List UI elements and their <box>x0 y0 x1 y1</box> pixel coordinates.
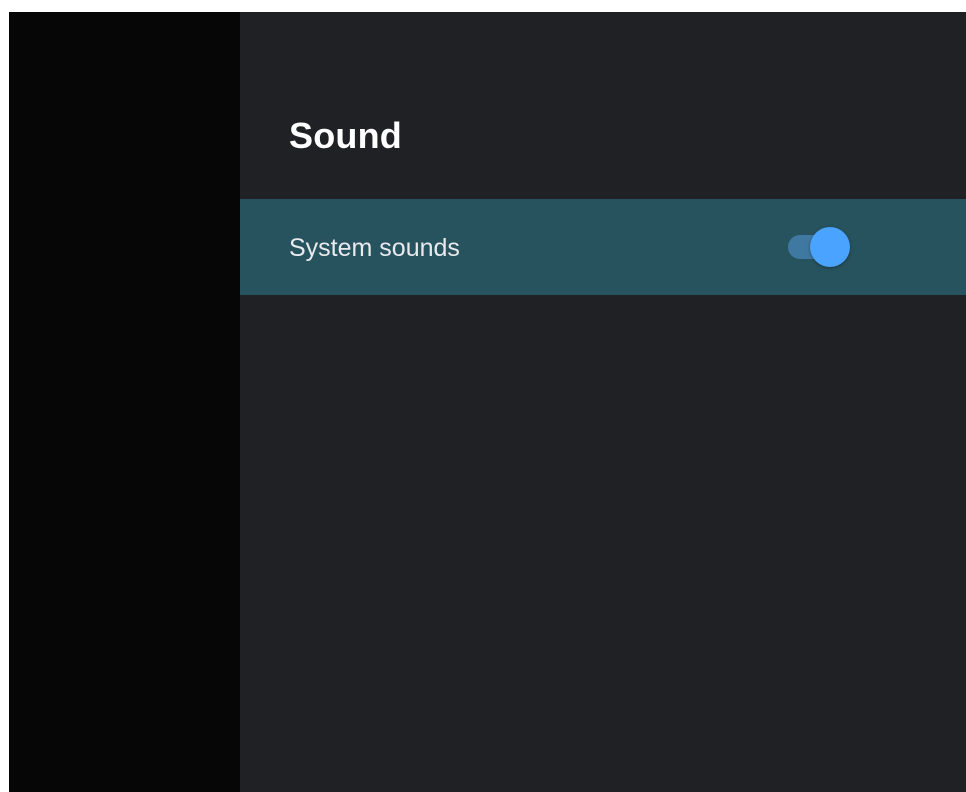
background-left-pane <box>9 12 240 792</box>
toggle-thumb <box>810 227 850 267</box>
sound-settings-panel: Sound System sounds <box>240 12 966 792</box>
tv-settings-screen: Sound System sounds <box>9 12 966 792</box>
page-title: Sound <box>289 115 402 156</box>
system-sounds-label: System sounds <box>289 234 460 262</box>
system-sounds-toggle[interactable] <box>785 227 851 267</box>
system-sounds-setting-row[interactable]: System sounds <box>240 199 966 295</box>
